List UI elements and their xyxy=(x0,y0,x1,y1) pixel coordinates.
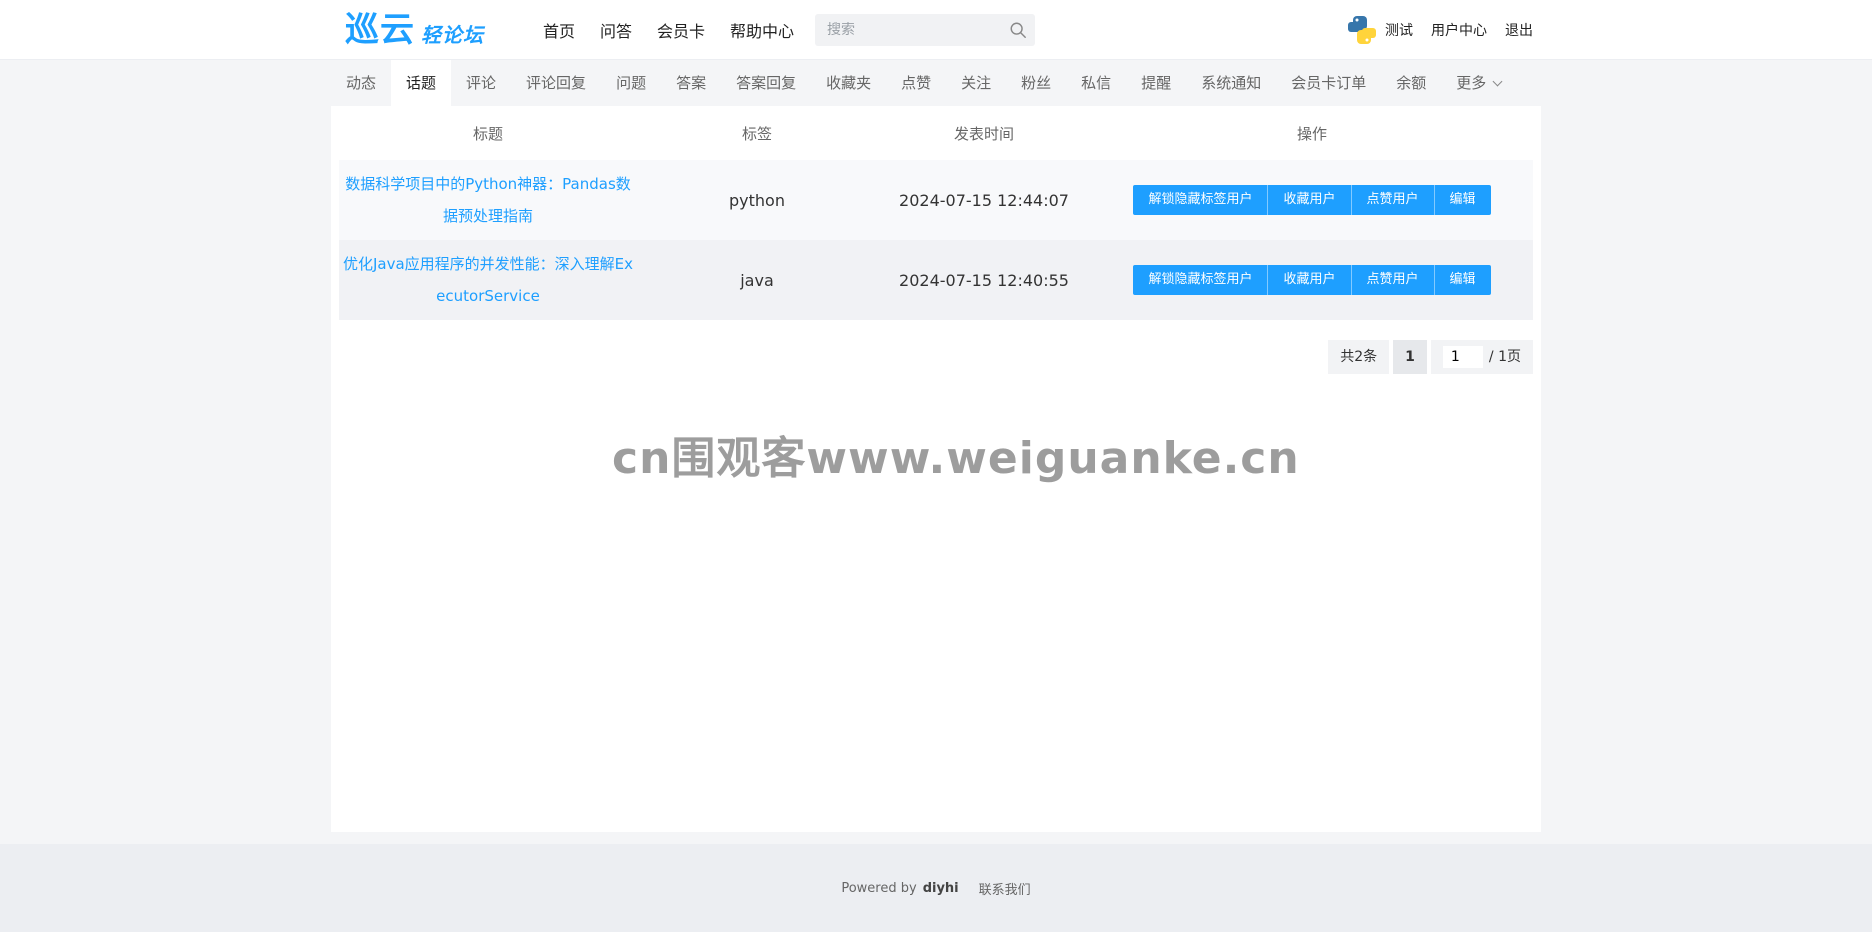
search-icon[interactable] xyxy=(1009,21,1027,39)
page-jump-input[interactable] xyxy=(1442,346,1483,368)
favorite-users-button[interactable]: 收藏用户 xyxy=(1268,265,1352,295)
user-tabs: 动态 话题 评论 评论回复 问题 答案 答案回复 收藏夹 点赞 关注 粉丝 私信… xyxy=(331,60,1541,106)
tab-messages[interactable]: 私信 xyxy=(1066,60,1126,106)
table-header-row: 标题 标签 发表时间 操作 xyxy=(339,106,1533,160)
chevron-down-icon xyxy=(1492,76,1503,87)
tab-label: 问题 xyxy=(616,74,647,92)
user-name[interactable]: 测试 xyxy=(1385,20,1413,40)
cell-ops: 解锁隐藏标签用户 收藏用户 点赞用户 编辑 xyxy=(1091,240,1533,320)
header-ops: 操作 xyxy=(1296,124,1327,143)
topics-table: 标题 标签 发表时间 操作 数据科学项目中的Python神器：Pandas数据预… xyxy=(339,106,1533,320)
avatar[interactable] xyxy=(1345,13,1379,47)
cell-tag: java xyxy=(637,240,877,320)
table-row: 数据科学项目中的Python神器：Pandas数据预处理指南 python 20… xyxy=(339,160,1533,240)
edit-button[interactable]: 编辑 xyxy=(1434,265,1491,295)
cell-tag: python xyxy=(637,160,877,240)
unlock-hidden-tag-users-button[interactable]: 解锁隐藏标签用户 xyxy=(1133,185,1269,215)
tab-label: 余额 xyxy=(1396,74,1427,92)
tab-more[interactable]: 更多 xyxy=(1441,60,1516,106)
cell-title: 优化Java应用程序的并发性能：深入理解ExecutorService xyxy=(339,240,637,320)
nav-help[interactable]: 帮助中心 xyxy=(730,18,794,42)
nav-membership[interactable]: 会员卡 xyxy=(657,18,705,42)
like-users-button[interactable]: 点赞用户 xyxy=(1351,185,1435,215)
tab-questions[interactable]: 问题 xyxy=(601,60,661,106)
tab-fans[interactable]: 粉丝 xyxy=(1006,60,1066,106)
tab-label: 收藏夹 xyxy=(826,74,872,92)
total-count: 共2条 xyxy=(1328,340,1390,374)
cell-ops: 解锁隐藏标签用户 收藏用户 点赞用户 编辑 xyxy=(1091,160,1533,240)
edit-button[interactable]: 编辑 xyxy=(1434,185,1491,215)
tab-system-notices[interactable]: 系统通知 xyxy=(1186,60,1276,106)
tab-label: 提醒 xyxy=(1141,74,1172,92)
logout-link[interactable]: 退出 xyxy=(1505,20,1533,40)
tab-topics[interactable]: 话题 xyxy=(391,60,452,106)
user-center-link[interactable]: 用户中心 xyxy=(1431,20,1487,40)
tab-comment-replies[interactable]: 评论回复 xyxy=(511,60,601,106)
tab-label: 会员卡订单 xyxy=(1291,74,1367,92)
cell-title: 数据科学项目中的Python神器：Pandas数据预处理指南 xyxy=(339,160,637,240)
tab-likes[interactable]: 点赞 xyxy=(886,60,946,106)
contact-us-link[interactable]: 联系我们 xyxy=(979,879,1031,898)
page-jump: / 1页 xyxy=(1430,340,1533,374)
search-box xyxy=(815,14,1035,46)
site-logo[interactable]: 巡云 轻论坛 xyxy=(345,10,484,50)
tab-label: 更多 xyxy=(1456,74,1487,92)
topic-title-link[interactable]: 优化Java应用程序的并发性能：深入理解ExecutorService xyxy=(340,248,636,312)
tab-balance[interactable]: 余额 xyxy=(1381,60,1441,106)
tab-following[interactable]: 关注 xyxy=(946,60,1006,106)
tab-label: 系统通知 xyxy=(1201,74,1262,92)
tab-comments[interactable]: 评论 xyxy=(451,60,511,106)
tab-label: 答案回复 xyxy=(736,74,797,92)
tab-label: 评论回复 xyxy=(526,74,587,92)
tab-activity[interactable]: 动态 xyxy=(331,60,391,106)
nav-qa[interactable]: 问答 xyxy=(600,18,632,42)
tab-label: 关注 xyxy=(961,74,992,92)
ops-button-group: 解锁隐藏标签用户 收藏用户 点赞用户 编辑 xyxy=(1133,265,1491,295)
tab-label: 话题 xyxy=(406,74,437,92)
tab-label: 私信 xyxy=(1081,74,1112,92)
tab-label: 答案 xyxy=(676,74,707,92)
site-footer: Powered by diyhi 联系我们 xyxy=(0,844,1872,932)
topic-title-link[interactable]: 数据科学项目中的Python神器：Pandas数据预处理指南 xyxy=(340,168,636,232)
cell-time: 2024-07-15 12:44:07 xyxy=(877,160,1091,240)
unlock-hidden-tag-users-button[interactable]: 解锁隐藏标签用户 xyxy=(1133,265,1269,295)
header-title: 标题 xyxy=(472,124,503,143)
cell-time: 2024-07-15 12:40:55 xyxy=(877,240,1091,320)
favorite-users-button[interactable]: 收藏用户 xyxy=(1268,185,1352,215)
tab-reminders[interactable]: 提醒 xyxy=(1126,60,1186,106)
header-time: 发表时间 xyxy=(953,124,1014,143)
tab-label: 点赞 xyxy=(901,74,932,92)
powered-by-brand[interactable]: diyhi xyxy=(923,881,959,896)
site-header: 巡云 轻论坛 首页 问答 会员卡 帮助中心 测试 用户中心 退出 xyxy=(0,0,1872,60)
like-users-button[interactable]: 点赞用户 xyxy=(1351,265,1435,295)
tab-favorites[interactable]: 收藏夹 xyxy=(811,60,886,106)
powered-by-label: Powered by xyxy=(841,880,917,896)
tab-answers[interactable]: 答案 xyxy=(661,60,721,106)
tab-membership-orders[interactable]: 会员卡订单 xyxy=(1276,60,1381,106)
python-logo-icon xyxy=(1348,16,1376,44)
logo-sub-text: 轻论坛 xyxy=(421,23,484,47)
current-page[interactable]: 1 xyxy=(1393,340,1427,374)
total-pages: / 1页 xyxy=(1488,349,1521,365)
tab-label: 粉丝 xyxy=(1021,74,1052,92)
logo-main-text: 巡云 xyxy=(345,10,415,50)
header-tag: 标签 xyxy=(741,124,772,143)
watermark: cn围观客www.weiguanke.cn xyxy=(612,433,1300,484)
user-area: 测试 用户中心 退出 xyxy=(1345,0,1533,60)
main-nav: 首页 问答 会员卡 帮助中心 xyxy=(543,0,819,60)
nav-home[interactable]: 首页 xyxy=(543,18,575,42)
pagination: 共2条 1 / 1页 xyxy=(1328,340,1533,374)
tab-label: 动态 xyxy=(346,74,377,92)
tab-answer-replies[interactable]: 答案回复 xyxy=(721,60,811,106)
table-row: 优化Java应用程序的并发性能：深入理解ExecutorService java… xyxy=(339,240,1533,320)
tab-label: 评论 xyxy=(466,74,497,92)
search-input[interactable] xyxy=(815,22,995,38)
ops-button-group: 解锁隐藏标签用户 收藏用户 点赞用户 编辑 xyxy=(1133,185,1491,215)
